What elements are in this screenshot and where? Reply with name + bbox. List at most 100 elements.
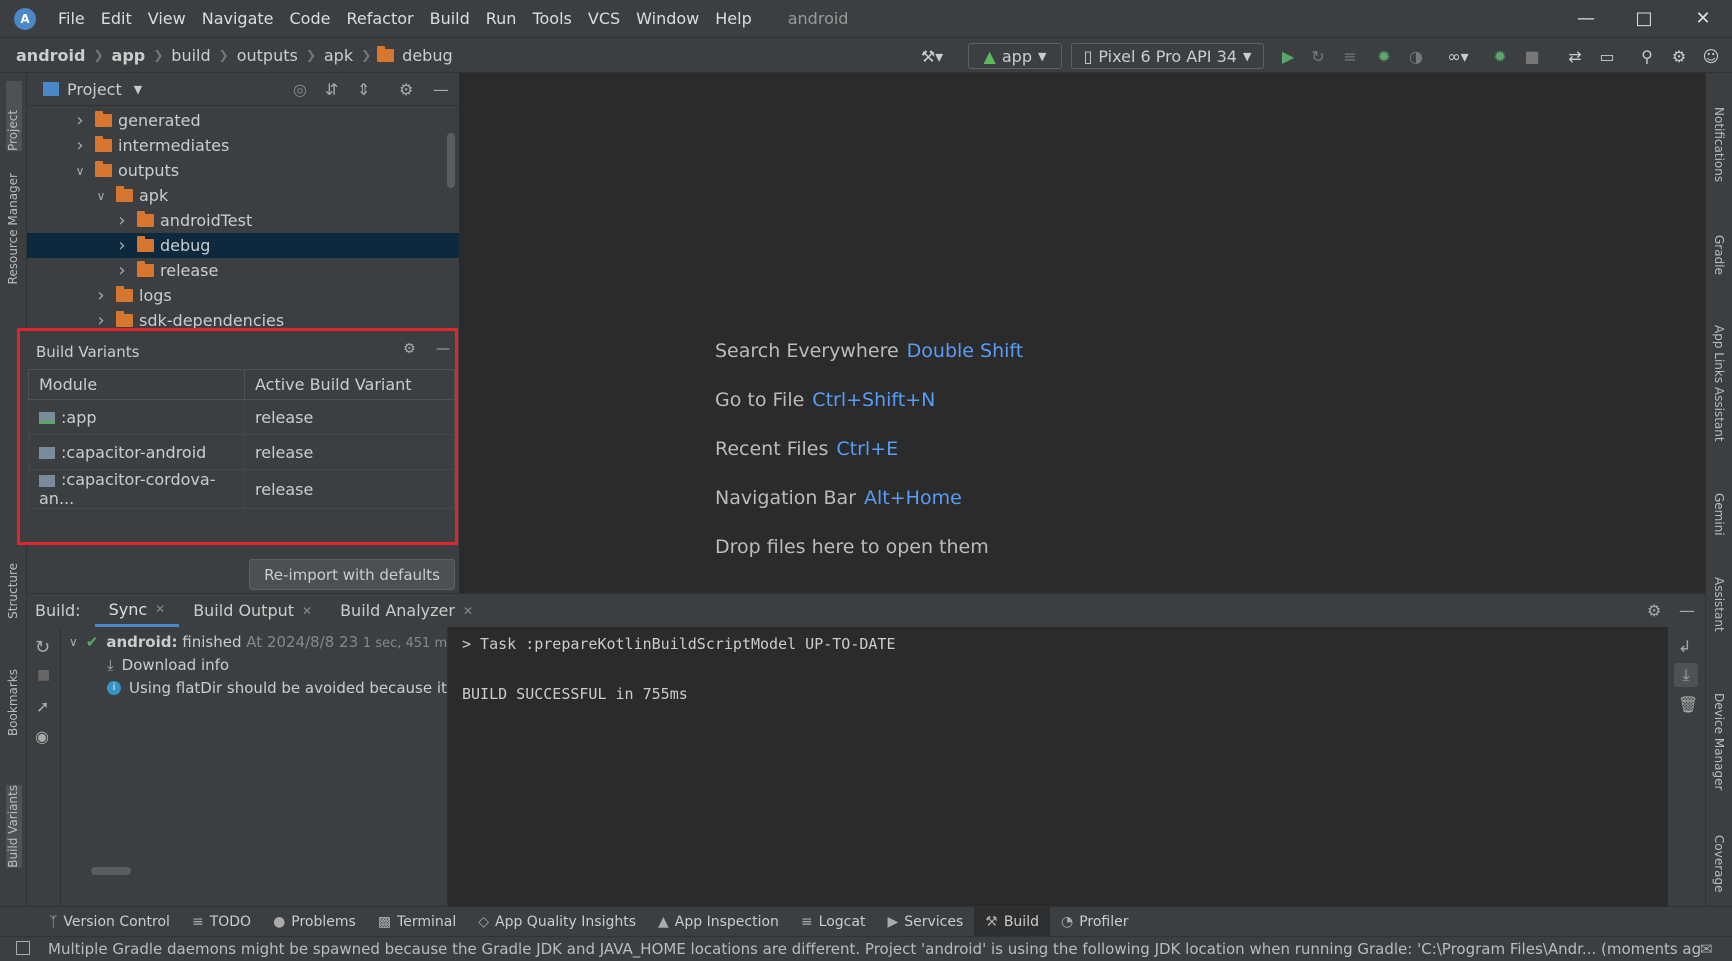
reimport-defaults-button[interactable]: Re-import with defaults: [249, 559, 455, 590]
chevron-right-icon[interactable]: ›: [115, 260, 129, 281]
strip-coverage[interactable]: Coverage: [1712, 835, 1726, 893]
strip-structure[interactable]: Structure: [6, 563, 20, 619]
tree-item-logs[interactable]: › logs: [27, 283, 459, 308]
build-root-row[interactable]: ∨ ✔ android: finished At 2024/8/8 23 1 s…: [69, 633, 447, 651]
breadcrumb-outputs[interactable]: outputs: [235, 46, 300, 65]
menu-tools[interactable]: Tools: [524, 0, 579, 37]
close-icon[interactable]: ✕: [302, 604, 312, 618]
menu-navigate[interactable]: Navigate: [194, 0, 282, 37]
tree-scrollbar[interactable]: [447, 133, 455, 188]
tree-item-debug[interactable]: › debug: [27, 233, 459, 258]
chevron-right-icon[interactable]: ›: [73, 110, 87, 131]
account-icon[interactable]: ☺: [1700, 43, 1722, 69]
chevron-down-icon[interactable]: ▼: [134, 83, 142, 96]
strip-gradle[interactable]: Gradle: [1712, 235, 1726, 275]
strip-assistant[interactable]: Assistant: [1712, 577, 1726, 632]
apply-changes-icon[interactable]: ≡: [1340, 43, 1360, 69]
stop-icon[interactable]: ■: [37, 667, 50, 683]
menu-edit[interactable]: Edit: [93, 0, 140, 37]
tool-problems[interactable]: ● Problems: [262, 907, 367, 937]
menu-build[interactable]: Build: [422, 0, 478, 37]
tool-services[interactable]: ▶ Services: [876, 907, 974, 937]
sync-gradle-icon[interactable]: ⇄: [1564, 43, 1586, 69]
breadcrumb-app[interactable]: app: [110, 46, 148, 65]
gear-icon[interactable]: ⚙: [403, 341, 416, 357]
variant-cell[interactable]: release: [244, 469, 455, 509]
download-info-row[interactable]: ⤓ Download info: [107, 656, 229, 674]
device-selector[interactable]: ▯ Pixel 6 Pro API 34 ▼: [1071, 43, 1264, 69]
coverage-icon[interactable]: ◑: [1406, 43, 1426, 69]
tool-terminal[interactable]: ▩ Terminal: [367, 907, 467, 937]
chevron-right-icon[interactable]: ›: [73, 135, 87, 156]
close-icon[interactable]: ✕: [155, 602, 165, 616]
stop-icon[interactable]: ■: [1522, 43, 1542, 69]
chevron-right-icon[interactable]: ›: [115, 235, 129, 256]
menu-code[interactable]: Code: [282, 0, 339, 37]
trash-icon[interactable]: 🗑: [1678, 695, 1698, 714]
strip-app-links-assistant[interactable]: App Links Assistant: [1712, 325, 1726, 442]
hide-icon[interactable]: —: [433, 80, 449, 99]
variant-cell[interactable]: release: [244, 399, 455, 435]
tool-build[interactable]: ⚒ Build: [974, 906, 1050, 937]
column-active-build-variant[interactable]: Active Build Variant: [244, 369, 455, 400]
strip-device-manager[interactable]: Device Manager: [1712, 693, 1726, 790]
menu-run[interactable]: Run: [478, 0, 525, 37]
breadcrumb-debug[interactable]: debug: [400, 46, 454, 65]
tab-sync[interactable]: Sync ✕: [94, 594, 180, 627]
tree-item-androidtest[interactable]: › androidTest: [27, 208, 459, 233]
collapse-all-icon[interactable]: ⇕: [357, 80, 370, 99]
strip-notifications[interactable]: Notifications: [1712, 107, 1726, 182]
scroll-to-end-icon[interactable]: ⤓: [1674, 663, 1698, 687]
maximize-button[interactable]: □: [1615, 0, 1673, 37]
strip-resource-manager[interactable]: Resource Manager: [6, 173, 20, 284]
strip-project[interactable]: Project: [6, 81, 22, 151]
strip-bookmarks[interactable]: Bookmarks: [6, 669, 20, 736]
chevron-right-icon[interactable]: ›: [115, 210, 129, 231]
sync-icon[interactable]: ↻: [35, 637, 50, 658]
eye-icon[interactable]: ◉: [35, 727, 49, 746]
tool-app-quality-insights[interactable]: ◇ App Quality Insights: [467, 907, 647, 937]
menu-help[interactable]: Help: [707, 0, 759, 37]
status-message[interactable]: Multiple Gradle daemons might be spawned…: [48, 940, 1701, 958]
tab-build-output[interactable]: Build Output ✕: [179, 594, 326, 627]
expand-all-icon[interactable]: ⇵: [325, 80, 338, 99]
run-icon[interactable]: ▶: [1278, 43, 1298, 69]
tool-app-inspection[interactable]: ▲ App Inspection: [647, 907, 790, 937]
strip-build-variants[interactable]: Build Variants: [6, 785, 22, 868]
hide-icon[interactable]: —: [436, 341, 450, 357]
debug-bug-icon[interactable]: ✹: [1374, 43, 1394, 69]
rerun-icon[interactable]: ↻: [1308, 43, 1328, 69]
soft-wrap-icon[interactable]: ↲: [1678, 637, 1691, 656]
device-manager-icon[interactable]: ▭: [1596, 43, 1618, 69]
column-module[interactable]: Module: [28, 369, 245, 400]
close-button[interactable]: ✕: [1674, 0, 1732, 37]
pin-icon[interactable]: ➚: [36, 697, 49, 716]
search-icon[interactable]: ⚲: [1636, 43, 1658, 69]
attach-debugger-icon[interactable]: ✹: [1490, 43, 1510, 69]
close-icon[interactable]: ✕: [463, 604, 473, 618]
menu-vcs[interactable]: VCS: [580, 0, 628, 37]
notifications-icon[interactable]: ✉: [1700, 940, 1713, 958]
build-hammer-icon[interactable]: ⚒▾: [912, 43, 952, 69]
menu-refactor[interactable]: Refactor: [338, 0, 421, 37]
chevron-down-icon[interactable]: ∨: [73, 164, 87, 178]
gear-icon[interactable]: ⚙: [399, 80, 413, 99]
flatdir-warning-row[interactable]: i Using flatDir should be avoided becaus…: [107, 679, 447, 697]
chevron-right-icon[interactable]: ›: [94, 285, 108, 306]
chevron-down-icon[interactable]: ∨: [69, 635, 78, 649]
tool-todo[interactable]: ≡ TODO: [181, 907, 262, 937]
breadcrumb-android[interactable]: android: [14, 46, 87, 65]
tree-item-intermediates[interactable]: › intermediates: [27, 133, 459, 158]
profile-icon[interactable]: ∞▾: [1438, 43, 1478, 69]
tree-item-apk[interactable]: ∨ apk: [27, 183, 459, 208]
tree-item-release[interactable]: › release: [27, 258, 459, 283]
variant-cell[interactable]: release: [244, 434, 455, 470]
menu-window[interactable]: Window: [628, 0, 707, 37]
hide-icon[interactable]: —: [1679, 601, 1695, 620]
locate-icon[interactable]: ◎: [293, 80, 307, 99]
chevron-down-icon[interactable]: ∨: [94, 189, 108, 203]
strip-gemini[interactable]: Gemini: [1712, 493, 1726, 536]
tab-build-analyzer[interactable]: Build Analyzer ✕: [326, 594, 487, 627]
menu-file[interactable]: File: [50, 0, 93, 37]
horizontal-scrollbar[interactable]: [91, 867, 131, 875]
